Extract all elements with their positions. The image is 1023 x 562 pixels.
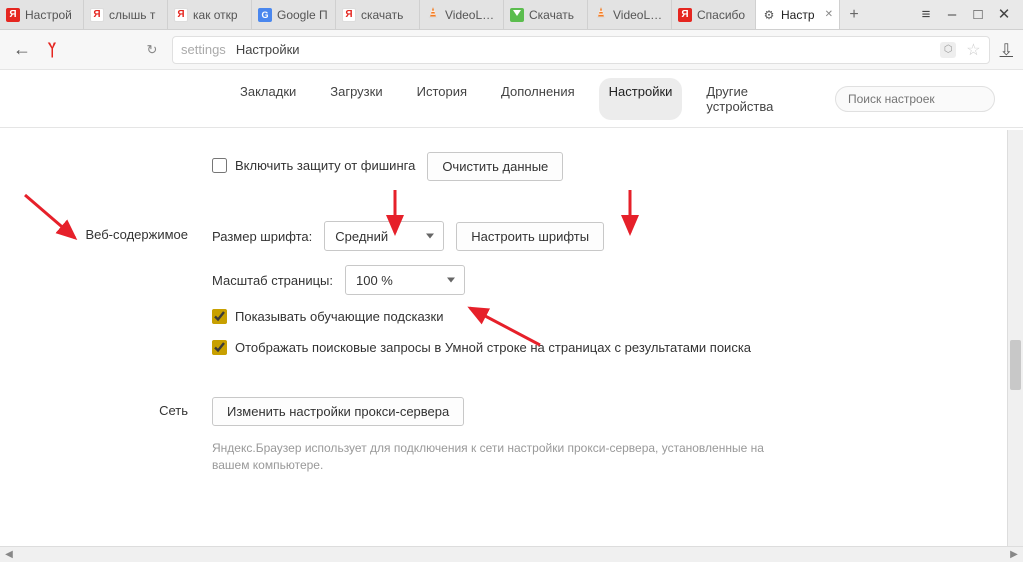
tab-favicon-icon: ⚙ xyxy=(762,8,776,22)
settings-nav-item[interactable]: Закладки xyxy=(230,78,306,120)
back-button[interactable]: ← xyxy=(10,39,34,60)
url-path: settings xyxy=(181,42,226,57)
horizontal-scrollbar[interactable]: ◀▶ xyxy=(0,546,1023,562)
show-hints-checkbox[interactable]: Показывать обучающие подсказки xyxy=(212,309,812,326)
font-size-select[interactable]: Средний xyxy=(324,221,444,251)
address-bar: ← ↻ settings Настройки ⬡ ☆ ⇩ xyxy=(0,30,1023,70)
settings-subnav: Закладки Загрузки История Дополнения Настрой… xyxy=(0,70,1023,128)
tab-favicon-icon: G xyxy=(258,8,272,22)
tab-favicon-icon: Я xyxy=(678,8,692,22)
tab-favicon-icon: Я xyxy=(6,8,20,22)
settings-nav-item[interactable]: История xyxy=(407,78,477,120)
configure-fonts-button[interactable]: Настроить шрифты xyxy=(456,222,604,251)
font-size-label: Размер шрифта: xyxy=(212,229,312,244)
omnibox[interactable]: settings Настройки ⬡ ☆ xyxy=(172,36,990,64)
tab-favicon-icon xyxy=(594,8,608,22)
tab-favicon-icon: Я xyxy=(174,8,188,22)
menu-button[interactable]: ≡ xyxy=(913,0,939,30)
downloads-icon[interactable]: ⇩ xyxy=(1000,40,1013,60)
close-window-button[interactable]: ✕ xyxy=(991,0,1017,30)
settings-content: Включить защиту от фишинга Очистить данн… xyxy=(0,128,1023,546)
settings-nav-item[interactable]: Дополнения xyxy=(491,78,585,120)
tab-favicon-icon: Я xyxy=(90,8,104,22)
tab-label: Настр xyxy=(781,8,820,22)
settings-search-input[interactable] xyxy=(835,86,995,112)
maximize-button[interactable]: □ xyxy=(965,0,991,30)
page-zoom-select[interactable]: 100 % xyxy=(345,265,465,295)
tab-close-icon[interactable]: ✕ xyxy=(825,9,833,20)
browser-tabstrip: ЯНастройЯслышь тЯкак открGGoogle ПЯскача… xyxy=(0,0,1023,30)
show-hints-label: Показывать обучающие подсказки xyxy=(235,309,443,326)
tab-favicon-icon: Я xyxy=(342,8,356,22)
smartline-queries-label: Отображать поисковые запросы в Умной стр… xyxy=(235,340,751,357)
web-content-section-title: Веб-содержимое xyxy=(0,221,212,242)
tab-label: Скачать xyxy=(529,8,581,22)
network-section-title: Сеть xyxy=(0,397,212,418)
window-controls: ≡ – □ ✕ xyxy=(913,0,1023,29)
tab-label: Настрой xyxy=(25,8,77,22)
page-zoom-label: Масштаб страницы: xyxy=(212,273,333,288)
shield-icon[interactable]: ⬡ xyxy=(940,42,956,58)
browser-tab[interactable]: Я Настрой xyxy=(0,0,84,29)
tab-label: как откр xyxy=(193,8,245,22)
reload-button[interactable]: ↻ xyxy=(142,42,162,58)
tab-favicon-icon xyxy=(426,8,440,22)
tab-label: Спасибо xyxy=(697,8,749,22)
minimize-button[interactable]: – xyxy=(939,0,965,30)
yandex-logo-icon xyxy=(44,41,62,59)
clear-data-button[interactable]: Очистить данные xyxy=(427,152,563,181)
tab-favicon-icon xyxy=(510,8,524,22)
phishing-protection-label: Включить защиту от фишинга xyxy=(235,158,415,175)
page-title: Настройки xyxy=(236,42,300,57)
proxy-hint-text: Яндекс.Браузер использует для подключени… xyxy=(212,440,772,474)
browser-tab[interactable]: Я Спасибо xyxy=(672,0,756,29)
settings-nav-item[interactable]: Настройки xyxy=(599,78,683,120)
font-size-value: Средний xyxy=(335,229,388,244)
tab-label: VideoLAN xyxy=(445,8,497,22)
tab-label: VideoLAN xyxy=(613,8,665,22)
vertical-scrollbar[interactable] xyxy=(1007,130,1023,546)
browser-tab[interactable]: G Google П xyxy=(252,0,336,29)
browser-tab[interactable]: Якак откр xyxy=(168,0,252,29)
settings-nav-item[interactable]: Загрузки xyxy=(320,78,392,120)
browser-tab[interactable]: VideoLAN xyxy=(588,0,672,29)
browser-tab[interactable]: Яслышь т xyxy=(84,0,168,29)
browser-tab[interactable]: Скачать xyxy=(504,0,588,29)
tab-label: слышь т xyxy=(109,8,161,22)
browser-tab[interactable]: Яскачать xyxy=(336,0,420,29)
phishing-protection-checkbox[interactable]: Включить защиту от фишинга xyxy=(212,158,415,175)
proxy-settings-button[interactable]: Изменить настройки прокси-сервера xyxy=(212,397,464,426)
page-zoom-value: 100 % xyxy=(356,273,393,288)
settings-nav-item[interactable]: Другие устройства xyxy=(696,78,815,120)
tab-label: скачать xyxy=(361,8,413,22)
browser-tab[interactable]: VideoLAN xyxy=(420,0,504,29)
tab-label: Google П xyxy=(277,8,329,22)
browser-tab[interactable]: ⚙ Настр ✕ xyxy=(756,0,840,29)
smartline-queries-checkbox[interactable]: Отображать поисковые запросы в Умной стр… xyxy=(212,340,812,357)
bookmark-star-icon[interactable]: ☆ xyxy=(966,40,980,60)
new-tab-button[interactable]: + xyxy=(840,0,868,29)
